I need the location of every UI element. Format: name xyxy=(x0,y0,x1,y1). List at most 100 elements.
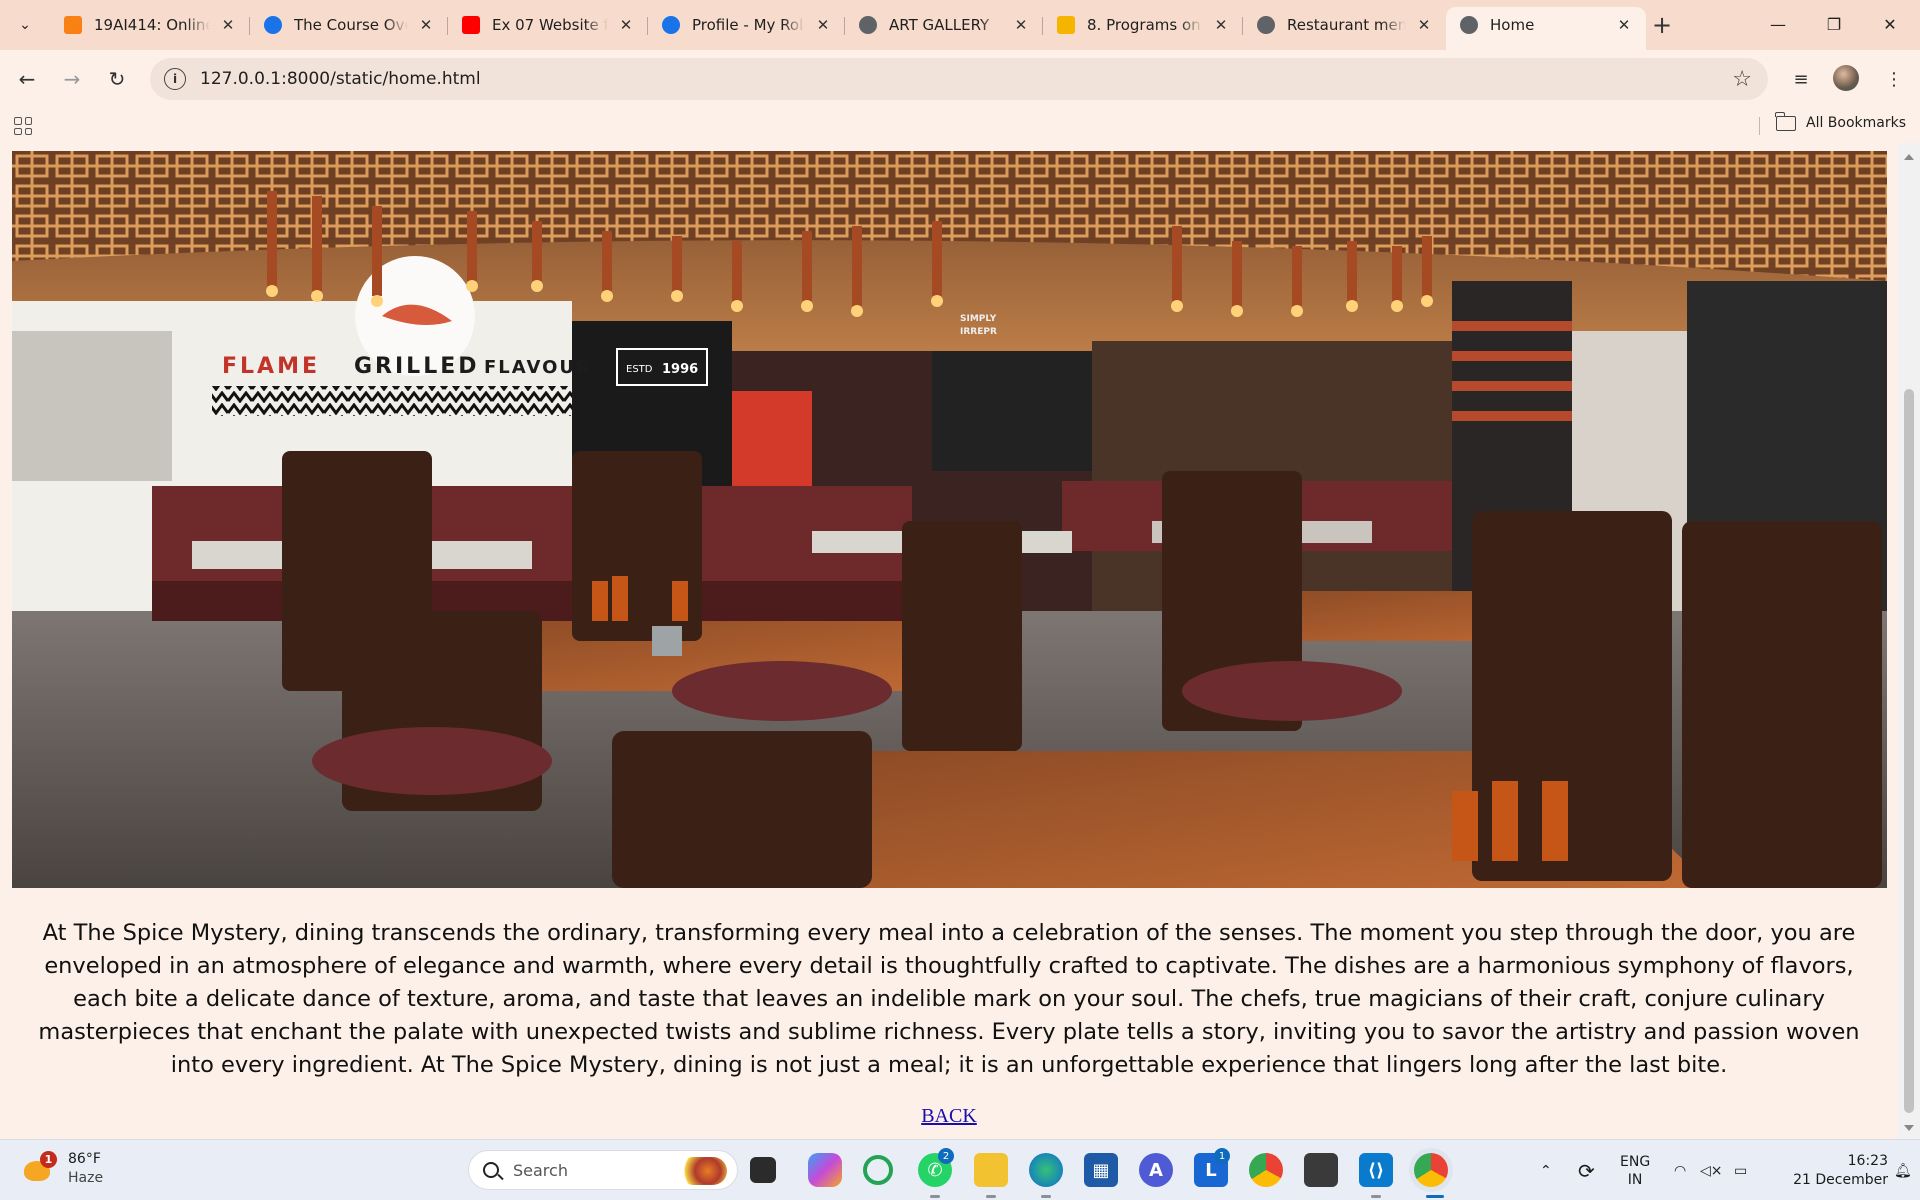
zigzag-wall-pattern xyxy=(212,386,572,416)
media-control-icon[interactable]: ≡ xyxy=(1786,64,1816,94)
tab-title: Home xyxy=(1490,16,1535,34)
tab-title: 8. Programs on F xyxy=(1087,16,1203,34)
task-view-icon[interactable] xyxy=(750,1157,776,1183)
youtube-icon xyxy=(462,16,480,34)
tab-title: Profile - My Role xyxy=(692,16,805,34)
close-window-button[interactable]: ✕ xyxy=(1862,0,1918,48)
restaurant-description: At The Spice Mystery, dining transcends … xyxy=(38,920,1860,1078)
estd-badge-year: 1996 xyxy=(662,362,698,377)
url-text[interactable]: 127.0.0.1:8000/static/home.html xyxy=(200,69,481,89)
tab-search-chevron-icon[interactable]: ⌄ xyxy=(12,12,38,38)
tab-close-icon[interactable]: ✕ xyxy=(1011,15,1031,35)
tab-3[interactable]: Ex 07 Website fo ✕ xyxy=(448,7,648,43)
bookmarks-divider xyxy=(1759,117,1760,135)
sync-icon[interactable]: ⟳ xyxy=(1578,1140,1595,1200)
language-indicator[interactable]: ENG IN xyxy=(1620,1140,1650,1200)
search-highlight-image xyxy=(679,1157,727,1185)
weather-temperature: 86°F xyxy=(68,1151,101,1167)
weather-badge: 1 xyxy=(40,1151,57,1168)
file-explorer-icon[interactable] xyxy=(974,1153,1008,1187)
wall-text-flavour: FLAVOUR xyxy=(484,357,592,378)
back-link-container: BACK xyxy=(0,1105,1898,1128)
region-code: IN xyxy=(1627,1171,1643,1188)
site-info-icon[interactable]: i xyxy=(164,68,186,90)
tab-close-icon[interactable]: ✕ xyxy=(218,15,238,35)
tab-strip: ⌄ 19AI414: Online ✕ The Course Over ✕ Ex 07 … xyxy=(0,0,1920,50)
reload-icon[interactable]: ↻ xyxy=(102,64,132,94)
address-bar[interactable]: i 127.0.0.1:8000/static/home.html ☆ xyxy=(150,58,1768,100)
scroll-down-icon[interactable] xyxy=(1904,1125,1914,1131)
clock-date: 21 December xyxy=(1793,1171,1888,1188)
tab-6[interactable]: 8. Programs on F ✕ xyxy=(1043,7,1243,43)
chrome-active-icon[interactable] xyxy=(1414,1153,1448,1187)
restore-button[interactable]: ❐ xyxy=(1806,0,1862,48)
wall-text-flame: FLAME xyxy=(222,354,320,379)
tab-4[interactable]: Profile - My Role ✕ xyxy=(648,7,845,43)
tab-1[interactable]: 19AI414: Online ✕ xyxy=(50,7,250,43)
tab-title: 19AI414: Online xyxy=(94,16,210,34)
app-l-badge: 1 xyxy=(1214,1148,1230,1164)
menu-kebab-icon[interactable]: ⋮ xyxy=(1879,64,1909,94)
bookmarks-bar: All Bookmarks xyxy=(0,108,1920,143)
start-button-windows-icon[interactable] xyxy=(416,1156,444,1184)
chrome-icon[interactable] xyxy=(1249,1153,1283,1187)
tab-title: The Course Over xyxy=(294,16,408,34)
scroll-up-icon[interactable] xyxy=(1904,154,1914,160)
globe-icon xyxy=(264,16,282,34)
globe-icon xyxy=(859,16,877,34)
forward-arrow-icon[interactable]: → xyxy=(57,64,87,94)
page-scrollbar[interactable] xyxy=(1898,143,1920,1139)
tab-8[interactable]: Home ✕ xyxy=(1446,7,1646,50)
wall-text-grilled: GRILLED xyxy=(354,354,480,379)
volume-muted-icon[interactable]: ◁× xyxy=(1700,1140,1723,1200)
tab-title: ART GALLERY xyxy=(889,16,990,34)
all-bookmarks-label: All Bookmarks xyxy=(1806,115,1907,131)
whatsapp-badge: 2 xyxy=(938,1148,954,1164)
globe-icon xyxy=(662,16,680,34)
profile-avatar[interactable] xyxy=(1833,65,1859,91)
tab-title: Ex 07 Website fo xyxy=(492,16,608,34)
page-viewport: FLAME GRILLED FLAVOUR ESTD 1996 SIMPLY I… xyxy=(0,143,1920,1139)
tab-close-icon[interactable]: ✕ xyxy=(416,15,436,35)
taskbar-search-box[interactable]: Search xyxy=(468,1150,738,1190)
scrollbar-thumb[interactable] xyxy=(1904,389,1914,1113)
tab-close-icon[interactable]: ✕ xyxy=(1414,15,1434,35)
edge-icon[interactable] xyxy=(1029,1153,1063,1187)
bookmark-star-icon[interactable]: ☆ xyxy=(1732,67,1752,92)
app-a-icon[interactable]: A xyxy=(1139,1153,1173,1187)
moodle-icon xyxy=(64,16,82,34)
tab-close-icon[interactable]: ✕ xyxy=(1614,15,1634,35)
tab-close-icon[interactable]: ✕ xyxy=(1211,15,1231,35)
windows-taskbar: 1 86°F Haze Search ✆ 2 ▦ A L 1 ⟨⟩ ⌃ ⟳ EN… xyxy=(0,1139,1920,1200)
microsoft-store-icon[interactable]: ▦ xyxy=(1084,1153,1118,1187)
wifi-icon[interactable]: ◠ xyxy=(1674,1140,1686,1200)
all-bookmarks-button[interactable]: All Bookmarks xyxy=(1775,111,1907,131)
back-arrow-icon[interactable]: ← xyxy=(12,64,42,94)
globe-icon xyxy=(1257,16,1275,34)
calculator-icon[interactable] xyxy=(1304,1153,1338,1187)
weather-widget[interactable]: 1 86°F Haze xyxy=(22,1150,103,1188)
notifications-bell-icon[interactable]: 🔔︎ xyxy=(1894,1140,1912,1200)
globe-icon xyxy=(1460,16,1478,34)
battery-icon[interactable]: ▭ xyxy=(1734,1140,1747,1200)
apps-grid-icon[interactable] xyxy=(14,117,32,135)
vscode-icon[interactable]: ⟨⟩ xyxy=(1359,1153,1393,1187)
show-hidden-icons-chevron[interactable]: ⌃ xyxy=(1540,1140,1552,1200)
tab-7[interactable]: Restaurant menu ✕ xyxy=(1243,7,1446,43)
tab-close-icon[interactable]: ✕ xyxy=(616,15,636,35)
new-tab-button[interactable]: + xyxy=(1649,11,1675,39)
minimize-button[interactable]: — xyxy=(1750,0,1806,48)
weather-condition: Haze xyxy=(68,1170,104,1186)
slides-icon xyxy=(1057,16,1075,34)
clock-time: 16:23 xyxy=(1847,1152,1888,1169)
restaurant-illustration: FLAME GRILLED FLAVOUR ESTD 1996 SIMPLY I… xyxy=(12,151,1887,888)
tab-close-icon[interactable]: ✕ xyxy=(813,15,833,35)
clock[interactable]: 16:23 21 December xyxy=(1776,1140,1888,1200)
restaurant-interior-image: FLAME GRILLED FLAVOUR ESTD 1996 SIMPLY I… xyxy=(12,151,1887,888)
tab-5[interactable]: ART GALLERY ✕ xyxy=(845,7,1043,43)
language-code: ENG xyxy=(1620,1153,1651,1170)
copilot-icon[interactable] xyxy=(808,1153,842,1187)
back-link[interactable]: BACK xyxy=(921,1105,977,1127)
green-circle-app-icon[interactable] xyxy=(863,1155,893,1185)
tab-2[interactable]: The Course Over ✕ xyxy=(250,7,448,43)
